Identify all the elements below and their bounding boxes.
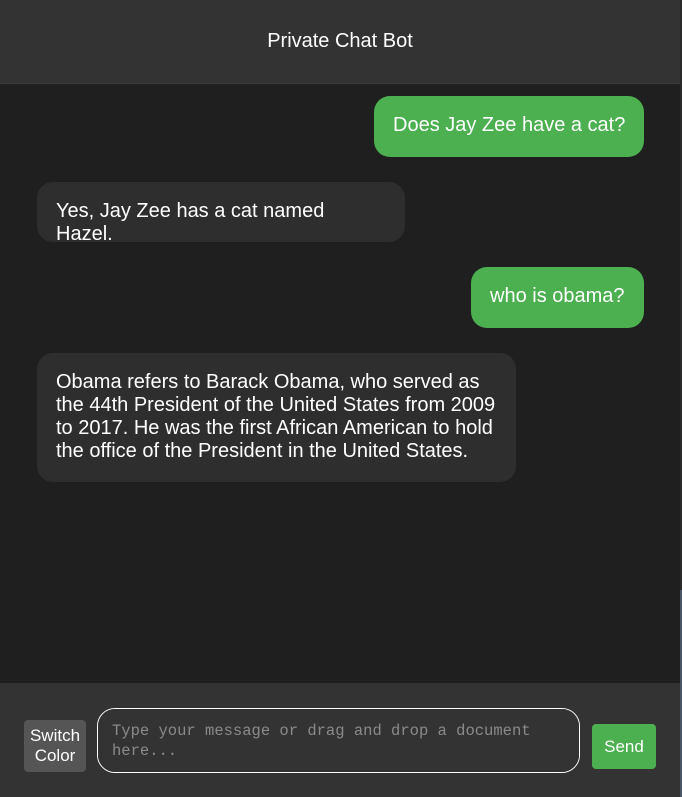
bot-message: Obama refers to Barack Obama, who served…: [37, 353, 516, 482]
send-button[interactable]: Send: [592, 724, 656, 769]
header-bar: Private Chat Bot: [0, 0, 680, 84]
user-message: Does Jay Zee have a cat?: [374, 96, 644, 157]
chat-app: Private Chat Bot Does Jay Zee have a cat…: [0, 0, 682, 797]
user-message: who is obama?: [471, 267, 644, 328]
input-bar: Switch Color Send: [0, 683, 680, 797]
bot-message: Yes, Jay Zee has a cat named Hazel.: [37, 182, 405, 245]
chat-history: Does Jay Zee have a cat? Yes, Jay Zee ha…: [0, 84, 680, 682]
page-title: Private Chat Bot: [267, 30, 413, 52]
message-input[interactable]: [97, 708, 580, 773]
switch-color-button[interactable]: Switch Color: [24, 720, 86, 772]
